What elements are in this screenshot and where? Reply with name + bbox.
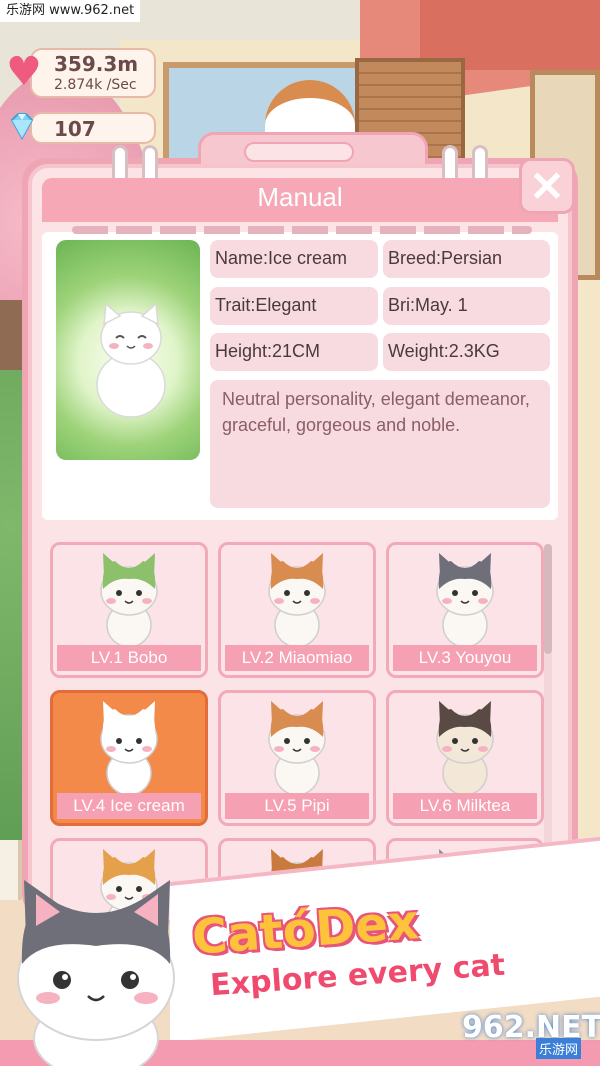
manual-title: Manual bbox=[257, 182, 343, 212]
cat-birthday-field: Bri:May. 1 bbox=[383, 287, 550, 325]
logo-cn: 乐游网 bbox=[536, 1038, 582, 1059]
diamond-icon bbox=[10, 113, 34, 141]
close-button[interactable]: ✕ bbox=[519, 158, 575, 214]
love-rate: 2.874k /Sec bbox=[54, 77, 137, 93]
cat-name-field: Name:Ice cream bbox=[210, 240, 378, 278]
cat-card[interactable]: LV.2 Miaomiao bbox=[218, 542, 376, 678]
cat-card[interactable]: LV.6 Milktea bbox=[386, 690, 544, 826]
cat-card-label: LV.2 Miaomiao bbox=[225, 645, 369, 671]
cat-trait-field: Trait:Elegant bbox=[210, 287, 378, 325]
cat-card-label: LV.1 Bobo bbox=[57, 645, 201, 671]
cat-card-label: LV.6 Milktea bbox=[393, 793, 537, 819]
gem-counter[interactable]: 107 bbox=[30, 112, 156, 144]
cat-icon bbox=[268, 553, 326, 648]
panel-tab-notch bbox=[244, 142, 354, 162]
site-logo: 962.NET 乐游网 bbox=[462, 1010, 600, 1060]
cat-card-label: LV.4 Ice cream bbox=[57, 793, 201, 819]
divider bbox=[72, 226, 532, 234]
cat-icon bbox=[100, 701, 158, 796]
cat-description: Neutral personality, elegant demeanor, g… bbox=[210, 380, 550, 508]
cat-portrait bbox=[56, 240, 200, 460]
cat-card[interactable]: LV.5 Pipi bbox=[218, 690, 376, 826]
cat-card[interactable]: LV.3 Youyou bbox=[386, 542, 544, 678]
cat-weight-field: Weight:2.3KG bbox=[383, 333, 550, 371]
grid-scroll-thumb[interactable] bbox=[544, 544, 552, 654]
mascot-cat bbox=[17, 880, 175, 1066]
cat-card[interactable]: LV.4 Ice cream bbox=[50, 690, 208, 826]
heart-icon: ♥ bbox=[6, 49, 42, 95]
close-icon: ✕ bbox=[529, 162, 565, 210]
love-counter: 359.3m 2.874k /Sec bbox=[30, 48, 156, 98]
gem-count: 107 bbox=[54, 117, 96, 141]
cat-card-label: LV.5 Pipi bbox=[225, 793, 369, 819]
watermark: 乐游网 www.962.net bbox=[0, 0, 141, 22]
cat-icon bbox=[268, 701, 326, 796]
cat-height-field: Height:21CM bbox=[210, 333, 378, 371]
cat-card-label: LV.3 Youyou bbox=[393, 645, 537, 671]
cat-icon bbox=[100, 553, 158, 648]
cat-portrait-image bbox=[96, 302, 166, 418]
cat-card[interactable]: LV.1 Bobo bbox=[50, 542, 208, 678]
cat-breed-field: Breed:Persian bbox=[383, 240, 550, 278]
love-total: 359.3m bbox=[54, 52, 139, 76]
cat-icon bbox=[436, 553, 494, 648]
cat-icon bbox=[436, 701, 494, 796]
